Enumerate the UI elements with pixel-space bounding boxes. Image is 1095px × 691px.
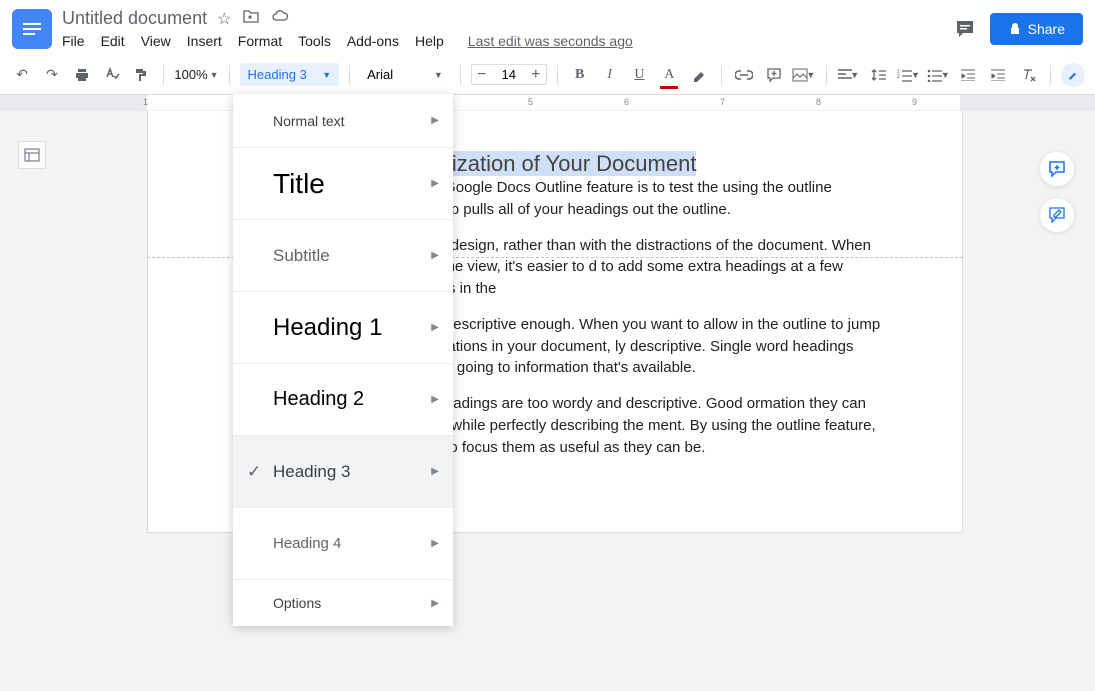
font-dropdown[interactable]: Arial▼ (360, 62, 450, 87)
paragraph-styles-menu: Normal text▶Title▶Subtitle▶Heading 1▶Hea… (233, 94, 453, 626)
show-outline-button[interactable] (18, 141, 46, 169)
toolbar: ↶ ↷ 100%▼ Heading 3▼ Arial▼ − 14 + B I U… (0, 55, 1095, 95)
share-button[interactable]: Share (990, 13, 1083, 45)
style-option-label: Title (273, 168, 325, 200)
suggest-edits-side-button[interactable] (1039, 197, 1075, 233)
horizontal-ruler[interactable]: 1 2 3 4 5 6 7 8 9 (0, 95, 1095, 111)
line-spacing-button[interactable] (867, 63, 891, 87)
insert-link-button[interactable] (732, 63, 756, 87)
italic-button[interactable]: I (598, 63, 622, 87)
undo-button[interactable]: ↶ (10, 63, 34, 87)
menu-tools[interactable]: Tools (298, 33, 331, 49)
document-title[interactable]: Untitled document (62, 8, 207, 29)
font-size-control[interactable]: − 14 + (471, 64, 547, 85)
menu-format[interactable]: Format (238, 33, 282, 49)
paint-format-button[interactable] (130, 63, 154, 87)
paragraph-style-dropdown[interactable]: Heading 3▼ (240, 63, 340, 86)
docs-logo[interactable] (12, 9, 52, 49)
submenu-arrow-icon: ▶ (431, 466, 439, 477)
menubar: File Edit View Insert Format Tools Add-o… (62, 33, 954, 49)
align-button[interactable]: ▼ (837, 63, 861, 87)
style-option-heading-3[interactable]: ✓ Heading 3 ▶ (233, 436, 453, 508)
style-option-heading-2[interactable]: Heading 2 ▶ (233, 364, 453, 436)
style-option-label: Heading 1 (273, 314, 382, 342)
menu-file[interactable]: File (62, 33, 85, 49)
style-option-options[interactable]: Options ▶ (233, 580, 453, 626)
highlight-button[interactable] (687, 63, 711, 87)
bulleted-list-button[interactable]: ▼ (926, 63, 950, 87)
bold-button[interactable]: B (568, 63, 592, 87)
submenu-arrow-icon: ▶ (431, 322, 439, 333)
increase-indent-button[interactable] (986, 63, 1010, 87)
menu-insert[interactable]: Insert (187, 33, 222, 49)
style-option-label: Heading 3 (273, 462, 351, 482)
style-option-heading-4[interactable]: Heading 4 ▶ (233, 508, 453, 580)
last-edit-status[interactable]: Last edit was seconds ago (468, 33, 633, 49)
print-button[interactable] (70, 63, 94, 87)
menu-addons[interactable]: Add-ons (347, 33, 399, 49)
underline-button[interactable]: U (628, 63, 652, 87)
redo-button[interactable]: ↷ (40, 63, 64, 87)
submenu-arrow-icon: ▶ (431, 394, 439, 405)
submenu-arrow-icon: ▶ (431, 178, 439, 189)
zoom-dropdown[interactable]: 100%▼ (174, 67, 218, 82)
spellcheck-button[interactable] (100, 63, 124, 87)
style-option-label: Options (273, 595, 321, 611)
submenu-arrow-icon: ▶ (431, 250, 439, 261)
editing-mode-button[interactable] (1061, 63, 1085, 87)
font-size-value[interactable]: 14 (492, 65, 526, 84)
editor-workspace: the Organization of Your Document ns to … (0, 111, 1095, 691)
lock-icon (1008, 22, 1022, 36)
style-option-label: Heading 2 (273, 388, 364, 411)
comment-history-icon[interactable] (954, 18, 976, 40)
check-icon: ✓ (247, 462, 261, 482)
submenu-arrow-icon: ▶ (431, 538, 439, 549)
font-size-increase[interactable]: + (526, 66, 546, 84)
cloud-status-icon[interactable] (271, 9, 289, 29)
menu-view[interactable]: View (141, 33, 171, 49)
style-option-heading-1[interactable]: Heading 1 ▶ (233, 292, 453, 364)
decrease-indent-button[interactable] (956, 63, 980, 87)
style-option-title[interactable]: Title ▶ (233, 148, 453, 220)
menu-help[interactable]: Help (415, 33, 444, 49)
insert-image-button[interactable]: ▼ (792, 63, 816, 87)
menu-edit[interactable]: Edit (101, 33, 125, 49)
style-option-subtitle[interactable]: Subtitle ▶ (233, 220, 453, 292)
share-label: Share (1028, 21, 1065, 37)
svg-text:2: 2 (897, 74, 900, 80)
submenu-arrow-icon: ▶ (431, 598, 439, 609)
clear-formatting-button[interactable] (1016, 63, 1040, 87)
style-option-normal-text[interactable]: Normal text ▶ (233, 94, 453, 148)
style-option-label: Subtitle (273, 246, 330, 266)
add-comment-side-button[interactable] (1039, 151, 1075, 187)
star-icon[interactable]: ☆ (217, 9, 231, 29)
move-icon[interactable] (243, 9, 259, 29)
text-color-button[interactable]: A (657, 63, 681, 87)
add-comment-button[interactable] (762, 63, 786, 87)
style-option-label: Heading 4 (273, 535, 341, 552)
numbered-list-button[interactable]: 12▼ (897, 63, 921, 87)
submenu-arrow-icon: ▶ (431, 115, 439, 126)
font-size-decrease[interactable]: − (472, 66, 492, 84)
style-option-label: Normal text (273, 113, 345, 129)
